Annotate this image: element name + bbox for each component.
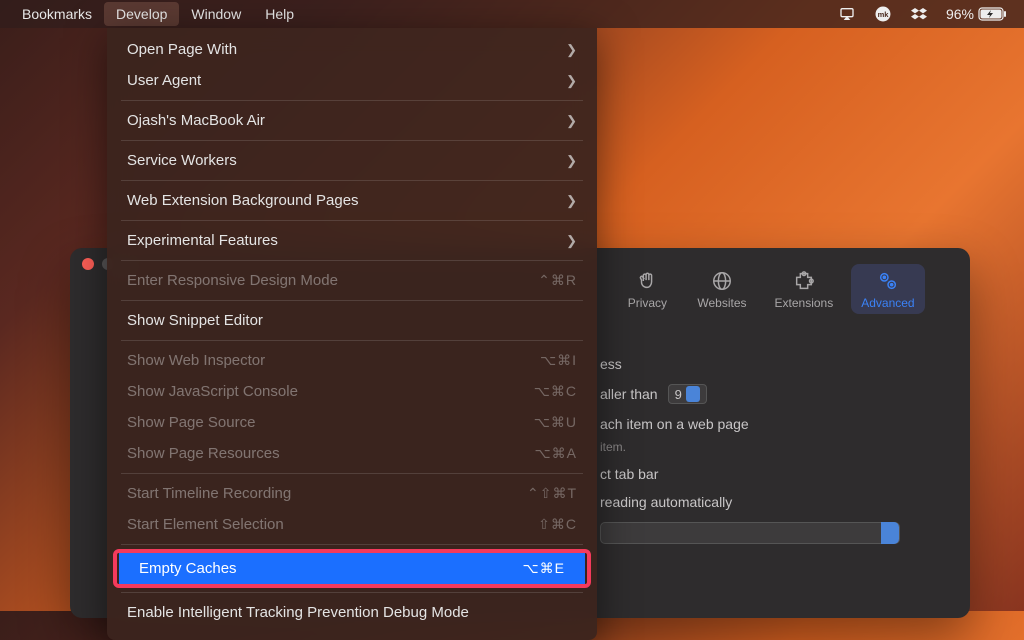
shortcut: ⌥⌘A	[535, 445, 577, 462]
font-size-select[interactable]: 9	[668, 384, 707, 404]
menu-separator	[121, 300, 583, 301]
menu-responsive: Enter Responsive Design Mode⌃⌘R	[107, 265, 597, 296]
menu-separator	[121, 260, 583, 261]
font-size-row: aller than 9	[600, 384, 930, 404]
menu-page-resources: Show Page Resources⌥⌘A	[107, 438, 597, 469]
hand-icon	[636, 270, 658, 292]
tab-label: Privacy	[628, 296, 667, 310]
tab-label: Websites	[697, 296, 746, 310]
shortcut: ⌃⌘R	[538, 272, 577, 289]
menu-js-console: Show JavaScript Console⌥⌘C	[107, 376, 597, 407]
globe-icon	[711, 270, 733, 292]
develop-menu: Open Page With❯ User Agent❯ Ojash's MacB…	[107, 28, 597, 640]
menu-timeline: Start Timeline Recording⌃⇧⌘T	[107, 478, 597, 509]
reading-label: reading automatically	[600, 494, 930, 510]
menu-web-ext-bg[interactable]: Web Extension Background Pages❯	[107, 185, 597, 216]
mk-icon[interactable]: mk	[874, 6, 892, 22]
tab-privacy[interactable]: Privacy	[615, 264, 679, 314]
menu-separator	[121, 140, 583, 141]
lang-select-row	[600, 522, 930, 544]
shortcut: ⌥⌘C	[534, 383, 577, 400]
compact-tab-label: ct tab bar	[600, 466, 930, 482]
chevron-right-icon: ❯	[566, 153, 577, 169]
chevron-right-icon: ❯	[566, 42, 577, 58]
shortcut: ⌥⌘E	[523, 560, 565, 577]
gears-icon	[877, 270, 899, 292]
puzzle-icon	[793, 270, 815, 292]
menu-separator	[121, 100, 583, 101]
menu-snippet[interactable]: Show Snippet Editor	[107, 305, 597, 336]
menu-bookmarks[interactable]: Bookmarks	[10, 2, 104, 26]
tab-websites[interactable]: Websites	[687, 264, 756, 314]
menu-separator	[121, 340, 583, 341]
chevron-right-icon: ❯	[566, 193, 577, 209]
highlight-callout: Empty Caches⌥⌘E	[113, 549, 591, 588]
menu-separator	[121, 220, 583, 221]
menu-service-workers[interactable]: Service Workers❯	[107, 145, 597, 176]
menu-window[interactable]: Window	[179, 2, 253, 26]
battery-status[interactable]: 96%	[946, 6, 1008, 22]
menu-bar-left: Bookmarks Develop Window Help	[10, 2, 306, 26]
stepper-icon	[686, 386, 700, 402]
menu-itp-debug[interactable]: Enable Intelligent Tracking Prevention D…	[107, 597, 597, 628]
menu-page-source: Show Page Source⌥⌘U	[107, 407, 597, 438]
language-select[interactable]	[600, 522, 900, 544]
dropbox-icon[interactable]	[910, 6, 928, 22]
menu-separator	[121, 180, 583, 181]
chevron-right-icon: ❯	[566, 233, 577, 249]
menu-separator	[121, 544, 583, 545]
menu-separator	[121, 473, 583, 474]
svg-text:mk: mk	[878, 10, 890, 19]
airplay-icon[interactable]	[838, 6, 856, 22]
tab-label: Extensions	[775, 296, 834, 310]
item-note: item.	[600, 440, 930, 454]
menu-open-page-with[interactable]: Open Page With❯	[107, 34, 597, 65]
close-button[interactable]	[82, 258, 94, 270]
tab-extensions[interactable]: Extensions	[765, 264, 844, 314]
shortcut: ⌃⇧⌘T	[527, 485, 577, 502]
menu-user-agent[interactable]: User Agent❯	[107, 65, 597, 96]
menu-element-selection: Start Element Selection⇧⌘C	[107, 509, 597, 540]
stepper-icon	[881, 522, 899, 544]
tab-advanced[interactable]: Advanced	[851, 264, 924, 314]
menu-device[interactable]: Ojash's MacBook Air❯	[107, 105, 597, 136]
battery-percent: 96%	[946, 6, 974, 22]
menu-empty-caches[interactable]: Empty Caches⌥⌘E	[119, 553, 585, 584]
menu-experimental[interactable]: Experimental Features❯	[107, 225, 597, 256]
menu-web-inspector: Show Web Inspector⌥⌘I	[107, 345, 597, 376]
menu-bar-right: mk 96%	[838, 6, 1008, 22]
each-item-label: ach item on a web page	[600, 416, 930, 432]
shortcut: ⇧⌘C	[538, 516, 577, 533]
menu-develop[interactable]: Develop	[104, 2, 179, 26]
menu-bar: Bookmarks Develop Window Help mk 96%	[0, 0, 1024, 28]
menu-separator	[121, 592, 583, 593]
address-label: ess	[600, 356, 930, 372]
menu-help[interactable]: Help	[253, 2, 306, 26]
chevron-right-icon: ❯	[566, 73, 577, 89]
shortcut: ⌥⌘I	[540, 352, 577, 369]
tab-label: Advanced	[861, 296, 914, 310]
chevron-right-icon: ❯	[566, 113, 577, 129]
shortcut: ⌥⌘U	[534, 414, 577, 431]
